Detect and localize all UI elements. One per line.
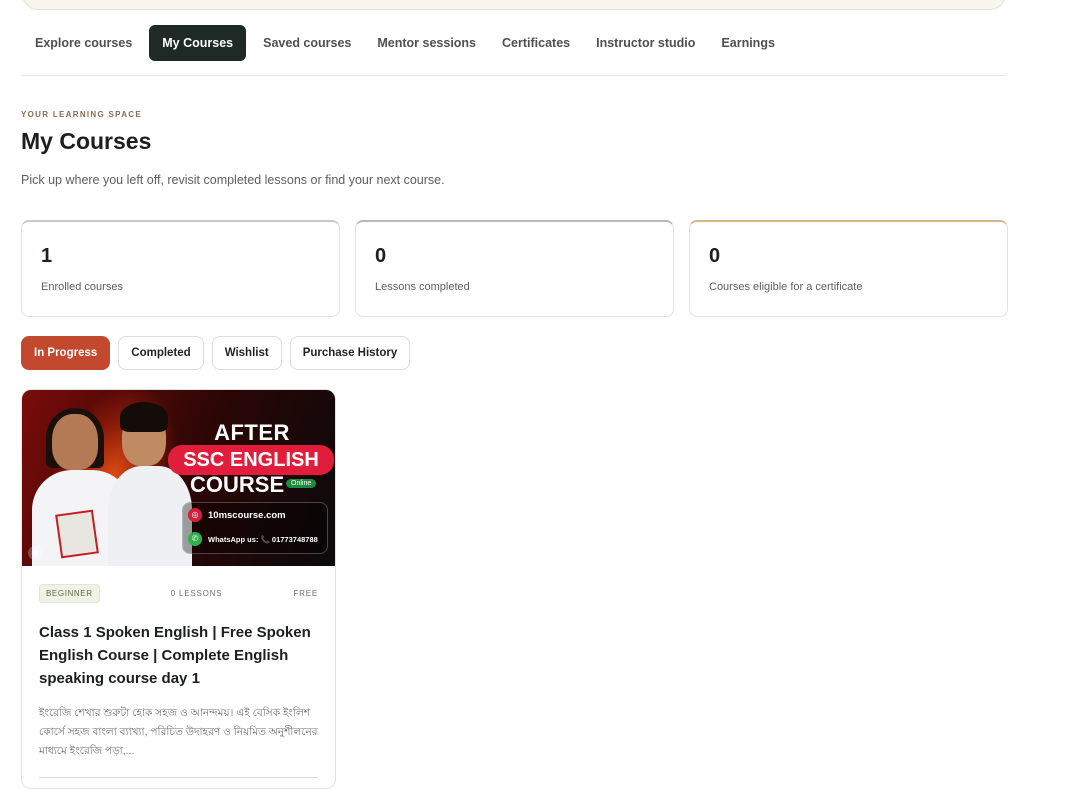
stat-card-certificates: 0 Courses eligible for a certificate	[689, 220, 1008, 317]
website-text: 10mscourse.com	[208, 509, 286, 521]
tab-earnings[interactable]: Earnings	[708, 25, 788, 61]
stat-value: 0	[375, 245, 387, 267]
stat-label: Enrolled courses	[41, 281, 123, 293]
student-girl-face	[52, 414, 98, 470]
course-meta: BEGINNER 0 LESSONS FREE	[39, 584, 318, 603]
course-filter-tabs: In Progress Completed Wishlist Purchase …	[21, 336, 411, 370]
camera-icon: ◉	[28, 546, 42, 560]
online-tag: Online	[286, 479, 317, 488]
tab-my-courses[interactable]: My Courses	[149, 25, 247, 61]
course-card-body: BEGINNER 0 LESSONS FREE Class 1 Spoken E…	[22, 566, 335, 788]
stat-label: Courses eligible for a certificate	[709, 281, 863, 293]
tab-mentor-sessions[interactable]: Mentor sessions	[364, 25, 489, 61]
price-label: FREE	[293, 589, 318, 598]
whatsapp-line: ✆ WhatsApp us: 📞 01773748788	[188, 532, 318, 546]
tab-certificates[interactable]: Certificates	[489, 25, 583, 61]
stats-row: 1 Enrolled courses 0 Lessons completed 0…	[21, 220, 1008, 317]
stat-label: Lessons completed	[375, 281, 470, 293]
student-boy-uniform	[108, 466, 192, 566]
page-title: My Courses	[21, 128, 152, 154]
thumbnail-headline-2: SSC ENGLISH	[168, 445, 334, 475]
page-subtitle: Pick up where you left off, revisit comp…	[21, 173, 445, 187]
thumbnail-headline-3: COURSE	[190, 472, 285, 497]
course-description: ইংরেজি শেখার শুরুটা হোক সহজ ও আনন্দময়। …	[39, 707, 318, 757]
filter-in-progress[interactable]: In Progress	[21, 336, 111, 370]
page-eyebrow: YOUR LEARNING SPACE	[21, 110, 143, 119]
book-image	[55, 509, 99, 559]
filter-purchase-history[interactable]: Purchase History	[289, 336, 411, 370]
globe-icon: ◎	[188, 508, 202, 522]
website-line: ◎ 10mscourse.com	[188, 508, 286, 522]
stat-card-lessons: 0 Lessons completed	[355, 220, 674, 317]
student-boy-hair	[120, 402, 168, 432]
stat-value: 1	[41, 245, 53, 267]
course-card[interactable]: AFTER SSC ENGLISH COURSE Online ◎ 10msco…	[21, 389, 336, 789]
main-nav: Explore courses My Courses Saved courses…	[22, 25, 788, 61]
level-badge: BEGINNER	[39, 584, 100, 603]
whatsapp-text: WhatsApp us: 📞 01773748788	[208, 534, 318, 544]
filter-completed[interactable]: Completed	[118, 336, 204, 370]
top-banner	[22, 0, 1006, 10]
tab-saved-courses[interactable]: Saved courses	[250, 25, 364, 61]
tab-explore-courses[interactable]: Explore courses	[22, 25, 145, 61]
nav-divider	[21, 75, 1006, 76]
course-title[interactable]: Class 1 Spoken English | Free Spoken Eng…	[39, 621, 318, 690]
stat-card-enrolled: 1 Enrolled courses	[21, 220, 340, 317]
filter-wishlist[interactable]: Wishlist	[211, 336, 282, 370]
course-thumbnail[interactable]: AFTER SSC ENGLISH COURSE Online ◎ 10msco…	[22, 390, 335, 566]
lesson-count: 0 LESSONS	[170, 589, 223, 598]
thumbnail-headline-1: AFTER	[214, 420, 290, 445]
whatsapp-icon: ✆	[188, 532, 202, 546]
stat-value: 0	[709, 245, 721, 267]
tab-instructor-studio[interactable]: Instructor studio	[583, 25, 708, 61]
